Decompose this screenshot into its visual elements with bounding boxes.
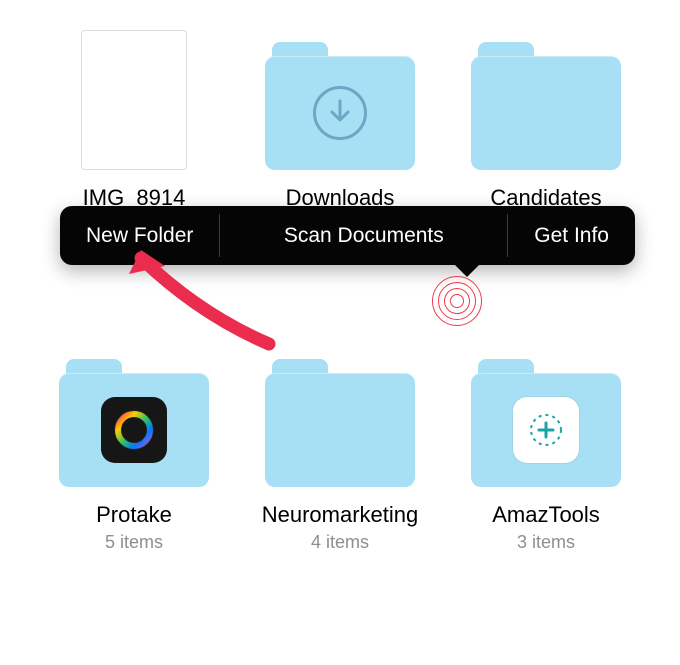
item-sub: 5 items xyxy=(105,532,163,553)
context-menu: New Folder Scan Documents Get Info xyxy=(60,206,635,265)
grid-item-folder-amaztools[interactable]: AmazTools 3 items xyxy=(452,347,640,554)
grid-item-folder-protake[interactable]: Protake 5 items xyxy=(40,347,228,554)
file-icon xyxy=(59,30,209,170)
item-sub: 3 items xyxy=(517,532,575,553)
item-label: Neuromarketing xyxy=(262,501,419,529)
folder-icon xyxy=(265,30,415,170)
context-menu-new-folder[interactable]: New Folder xyxy=(60,206,219,265)
item-label: AmazTools xyxy=(492,501,600,529)
folder-icon xyxy=(471,347,621,487)
download-arrow-icon xyxy=(313,86,367,140)
app-protake-icon xyxy=(101,397,167,463)
app-amaztools-icon xyxy=(513,397,579,463)
folder-icon xyxy=(59,347,209,487)
context-menu-get-info[interactable]: Get Info xyxy=(508,206,635,265)
context-menu-scan-documents[interactable]: Scan Documents xyxy=(220,206,507,265)
file-grid: IMG_8914 2 Downloads xyxy=(0,0,680,583)
folder-icon xyxy=(471,30,621,170)
grid-item-folder[interactable]: Neuromarketing 4 items xyxy=(246,347,434,554)
item-sub: 4 items xyxy=(311,532,369,553)
item-label: Protake xyxy=(96,501,172,529)
folder-icon xyxy=(265,347,415,487)
